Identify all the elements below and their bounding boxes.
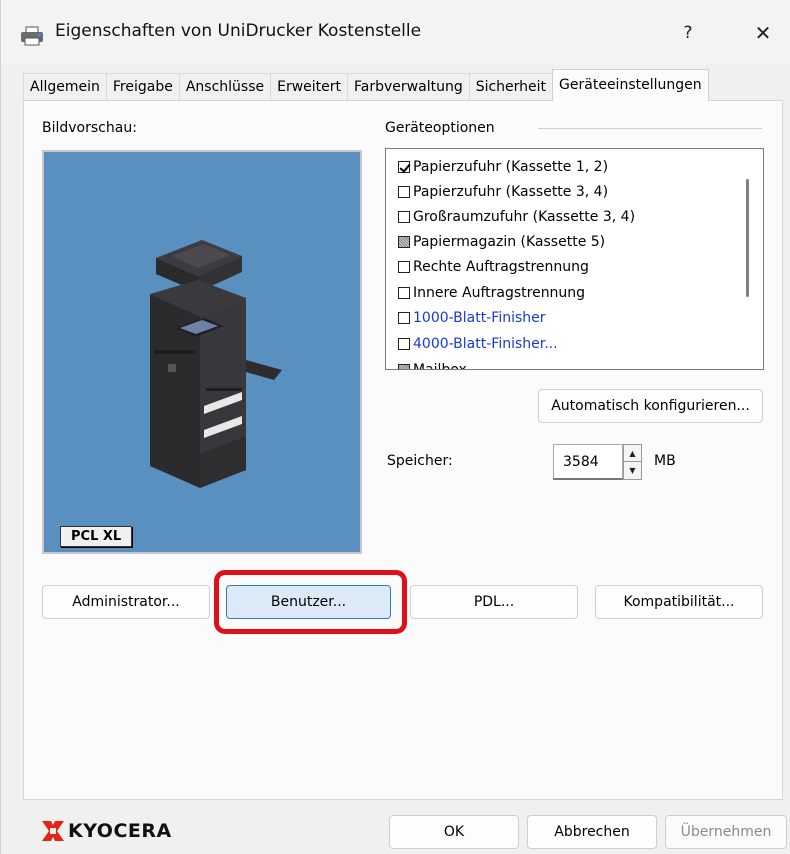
checkbox-icon[interactable] <box>398 261 410 273</box>
tab-erweitert[interactable]: Erweitert <box>270 73 349 101</box>
pdl-badge: PCL XL <box>60 526 133 547</box>
tab-sicherheit[interactable]: Sicherheit <box>468 73 554 101</box>
kompatibilitaet-button[interactable]: Kompatibilität... <box>595 585 763 619</box>
list-scrollbar[interactable] <box>746 179 749 297</box>
printer-preview-image <box>150 240 282 488</box>
tab-freigabe[interactable]: Freigabe <box>105 73 180 101</box>
checkbox-icon[interactable] <box>398 312 410 324</box>
option-item[interactable]: Innere Auftragstrennung <box>398 282 585 304</box>
spin-down-icon[interactable]: ▼ <box>624 462 641 479</box>
window-title: Eigenschaften von UniDrucker Kostenstell… <box>55 21 422 41</box>
option-item[interactable]: 1000-Blatt-Finisher <box>398 307 546 329</box>
administrator-button[interactable]: Administrator... <box>42 585 210 619</box>
option-item[interactable]: Papierzufuhr (Kassette 3, 4) <box>398 181 608 203</box>
memory-spinner: ▲ ▼ <box>623 444 642 480</box>
pdl-button[interactable]: PDL... <box>410 585 578 619</box>
option-item[interactable]: Papierzufuhr (Kassette 1, 2) <box>398 156 608 178</box>
checkbox-indeterminate-icon[interactable] <box>398 236 410 248</box>
image-preview: PCL XL <box>42 150 362 554</box>
options-label: Geräteoptionen <box>385 120 495 136</box>
device-options-list[interactable]: Papierzufuhr (Kassette 1, 2) Papierzufuh… <box>385 148 764 370</box>
auto-configure-button[interactable]: Automatisch konfigurieren... <box>538 389 763 423</box>
tab-geraeteeinstellungen[interactable]: Geräteeinstellungen <box>552 69 709 101</box>
memory-unit: MB <box>654 453 676 469</box>
printer-icon <box>21 26 43 46</box>
properties-dialog: Eigenschaften von UniDrucker Kostenstell… <box>0 0 790 854</box>
tab-farbverwaltung[interactable]: Farbverwaltung <box>347 73 470 101</box>
cancel-button[interactable]: Abbrechen <box>527 815 657 849</box>
brand-name: KYOCERA <box>68 820 172 842</box>
close-button[interactable]: ✕ <box>745 16 781 50</box>
option-item[interactable]: Mailbox <box>398 359 467 369</box>
kyocera-logo: KYOCERA <box>42 818 172 844</box>
tab-allgemein[interactable]: Allgemein <box>23 73 107 101</box>
option-item[interactable]: Papiermagazin (Kassette 5) <box>398 231 605 253</box>
preview-label: Bildvorschau: <box>42 120 137 136</box>
spin-up-icon[interactable]: ▲ <box>624 445 641 462</box>
apply-button[interactable]: Übernehmen <box>665 815 787 849</box>
checkbox-indeterminate-icon[interactable] <box>398 364 410 369</box>
checkbox-checked-icon[interactable] <box>398 161 410 173</box>
group-divider <box>538 128 762 129</box>
tab-strip: Allgemein Freigabe Anschlüsse Erweitert … <box>23 69 709 101</box>
checkbox-icon[interactable] <box>398 211 410 223</box>
memory-input[interactable]: 3584 <box>553 444 623 480</box>
option-item[interactable]: 4000-Blatt-Finisher... <box>398 333 558 355</box>
kyocera-mark-icon <box>42 821 64 841</box>
option-item[interactable]: Großraumzufuhr (Kassette 3, 4) <box>398 206 635 228</box>
ok-button[interactable]: OK <box>389 815 519 849</box>
title-bar: Eigenschaften von UniDrucker Kostenstell… <box>1 0 790 64</box>
memory-label: Speicher: <box>387 453 453 469</box>
highlight-frame <box>214 570 407 634</box>
checkbox-icon[interactable] <box>398 338 410 350</box>
checkbox-icon[interactable] <box>398 287 410 299</box>
help-button[interactable]: ? <box>673 16 703 50</box>
checkbox-icon[interactable] <box>398 186 410 198</box>
option-item[interactable]: Rechte Auftragstrennung <box>398 256 589 278</box>
tab-anschluesse[interactable]: Anschlüsse <box>178 73 272 101</box>
